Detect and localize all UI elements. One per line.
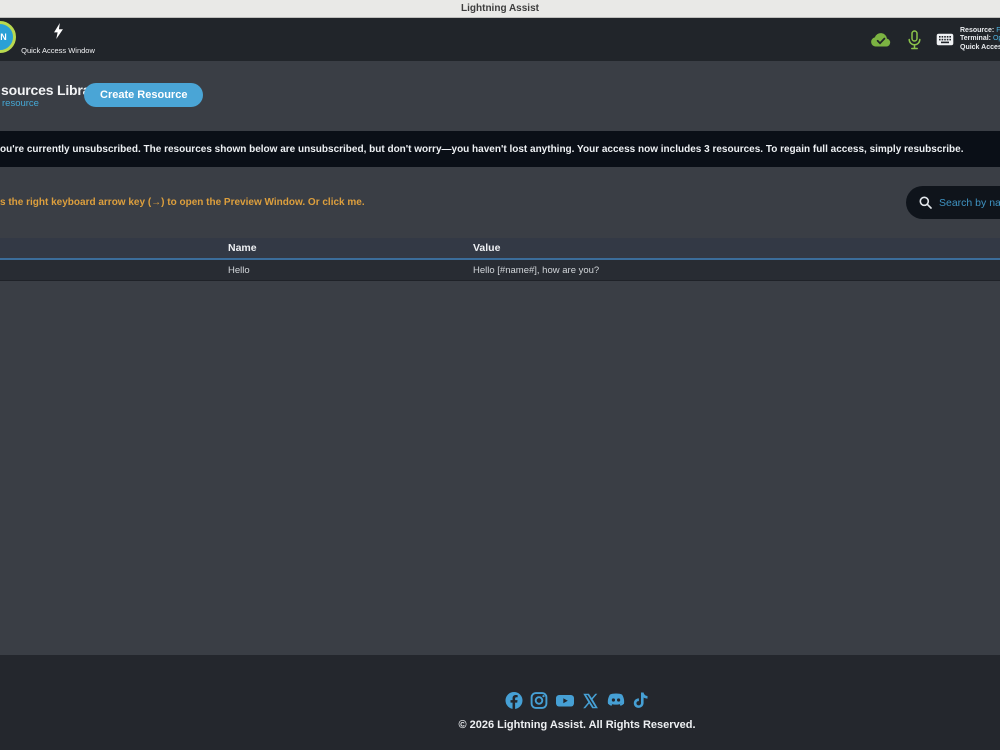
preview-window-notice[interactable]: s the right keyboard arrow key (→) to op… xyxy=(0,197,365,208)
shortcut-status-group: Resource: F1 Terminal: Op Quick Access xyxy=(936,27,1000,53)
search-input[interactable] xyxy=(939,196,1000,209)
window-titlebar: Lightning Assist xyxy=(0,0,1000,18)
search-icon xyxy=(919,196,932,209)
app-logo-label: ON xyxy=(0,32,8,42)
window-title: Lightning Assist xyxy=(461,3,539,14)
social-links-row xyxy=(505,692,649,709)
footer: © 2026 Lightning Assist. All Rights Rese… xyxy=(0,655,1000,750)
youtube-icon[interactable] xyxy=(556,692,575,709)
discord-icon[interactable] xyxy=(607,693,626,708)
resource-value-cell: Hello [#name#], how are you? xyxy=(473,265,600,276)
keyboard-icon xyxy=(936,33,954,46)
quick-access-window-button[interactable]: Quick Access Window xyxy=(21,23,95,55)
shortcut-status-lines: Resource: F1 Terminal: Op Quick Access xyxy=(960,27,1000,53)
unsubscribed-banner-text: ou're currently unsubscribed. The resour… xyxy=(0,143,964,155)
instagram-icon[interactable] xyxy=(530,692,548,709)
microphone-icon[interactable] xyxy=(908,29,921,50)
table-row[interactable]: Hello Hello [#name#], how are you? xyxy=(0,260,1000,281)
unsubscribed-banner: ou're currently unsubscribed. The resour… xyxy=(0,131,1000,167)
app-logo[interactable]: ON xyxy=(0,21,16,53)
status-quick-access-line: Quick Access xyxy=(960,43,1000,51)
page-subtitle: resource xyxy=(2,98,39,109)
resources-table-header: Name Value xyxy=(0,238,1000,259)
status-terminal-line: Terminal: Op xyxy=(960,35,1000,43)
cloud-sync-icon[interactable] xyxy=(869,31,893,48)
column-header-name: Name xyxy=(228,242,257,254)
lightning-bolt-icon xyxy=(53,23,64,44)
create-resource-button[interactable]: Create Resource xyxy=(84,83,204,107)
copyright-text: © 2026 Lightning Assist. All Rights Rese… xyxy=(458,719,696,731)
tiktok-icon[interactable] xyxy=(633,692,649,709)
x-icon[interactable] xyxy=(583,693,599,709)
facebook-icon[interactable] xyxy=(505,692,523,709)
resource-name-cell: Hello xyxy=(228,265,250,276)
search-bar xyxy=(906,186,1000,219)
column-header-value: Value xyxy=(473,242,501,254)
toolbar-right-cluster: Resource: F1 Terminal: Op Quick Access xyxy=(869,18,1000,61)
quick-access-label: Quick Access Window xyxy=(21,46,95,55)
app-toolbar: ON Quick Access Window xyxy=(0,18,1000,61)
status-resource-line: Resource: F1 xyxy=(960,26,1000,34)
